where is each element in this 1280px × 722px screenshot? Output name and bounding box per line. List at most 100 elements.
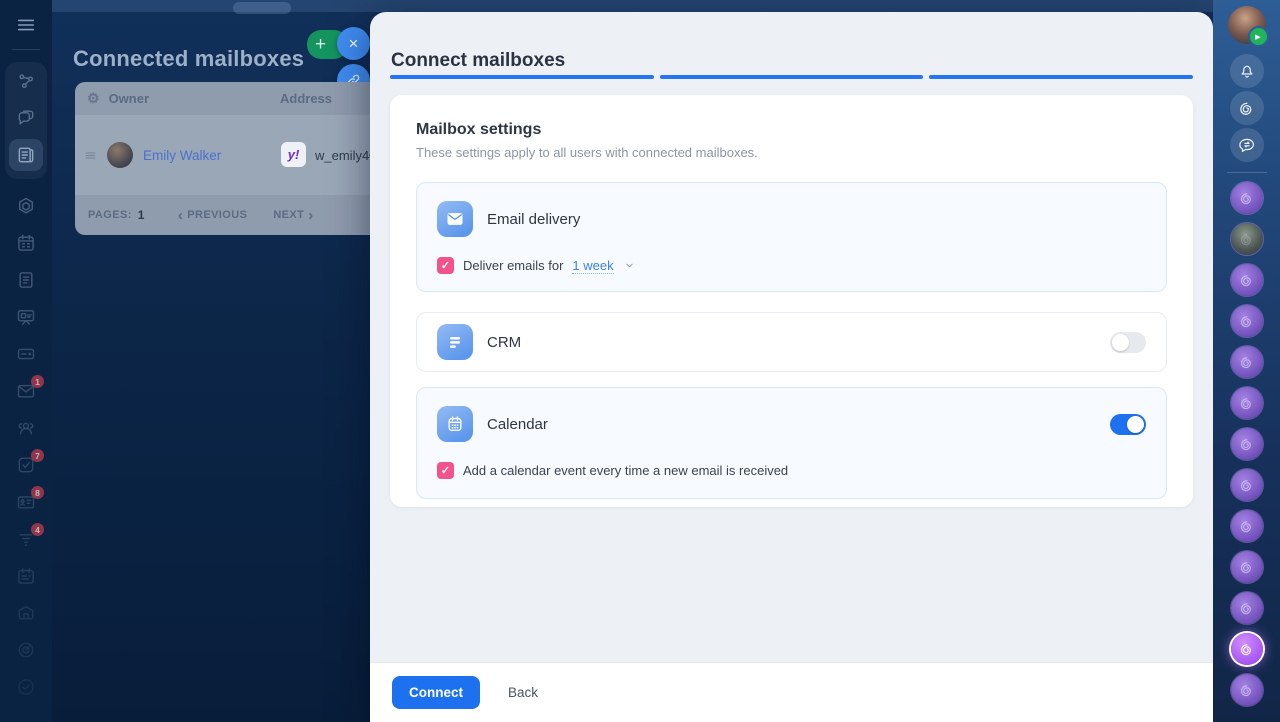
page-number: 1	[137, 208, 145, 222]
calendar-event-label: Add a calendar event every time a new em…	[463, 463, 789, 478]
sidebar-item-feed-selected[interactable]	[9, 139, 43, 171]
sidebar-item-documents[interactable]	[16, 270, 36, 290]
workspace-avatar[interactable]	[1230, 182, 1263, 214]
workspace-avatar[interactable]	[1230, 305, 1263, 337]
sidebar-item-id-cards[interactable]: 8	[16, 486, 44, 512]
sidebar-item-mail[interactable]: 1	[16, 375, 44, 401]
workspace-avatar[interactable]	[1230, 674, 1263, 706]
sidebar-item-contacts[interactable]	[16, 418, 36, 438]
sidebar-item-inbox-tray[interactable]	[16, 344, 36, 364]
workspace-avatar[interactable]	[1230, 346, 1263, 378]
check-icon: ✓	[440, 260, 451, 272]
notifications-button[interactable]	[1229, 54, 1264, 88]
calendar-toggle[interactable]	[1110, 413, 1146, 435]
toggle-knob	[1112, 333, 1129, 351]
workspace-avatar[interactable]	[1230, 592, 1263, 624]
workspace-avatar[interactable]	[1230, 469, 1263, 501]
column-header-address[interactable]: Address	[280, 91, 332, 106]
sidebar-item-goals[interactable]	[16, 640, 36, 660]
owner-name-link[interactable]: Emily Walker	[143, 148, 221, 163]
sidebar-item-archive[interactable]	[16, 603, 36, 623]
mailboxes-table: ⚙ Owner Address Emily Walker y! w_emily4…	[75, 82, 370, 235]
mail-badge: 1	[31, 375, 44, 388]
email-delivery-card: Email delivery ✓ Deliver emails for 1 we…	[416, 182, 1167, 292]
chevron-left-icon: ‹	[177, 206, 184, 224]
play-status-badge: ▶	[1247, 26, 1269, 47]
spiral-logo-icon	[1238, 99, 1256, 117]
table-row[interactable]: Emily Walker y! w_emily40	[75, 115, 370, 195]
email-delivery-title: Email delivery	[487, 210, 581, 228]
deliver-emails-label: Deliver emails for	[463, 258, 564, 273]
progress-segment-3	[929, 75, 1194, 79]
calendar-event-checkbox[interactable]: ✓	[437, 462, 454, 479]
sidebar-divider	[12, 49, 40, 50]
app-logo-button[interactable]	[1229, 91, 1264, 125]
mailbox-address: w_emily40	[315, 147, 370, 163]
bell-icon	[1238, 62, 1256, 80]
drag-handle-icon[interactable]	[83, 148, 98, 163]
table-pagination: PAGES: 1 ‹ PREVIOUS NEXT ›	[75, 195, 370, 235]
user-avatar[interactable]: ▶	[1227, 6, 1269, 47]
table-header-row: ⚙ Owner Address	[75, 82, 370, 115]
page-title: Connected mailboxes	[73, 45, 305, 71]
filters-badge: 4	[31, 523, 44, 536]
yahoo-provider-icon: y!	[281, 142, 306, 167]
table-settings-gear-icon[interactable]: ⚙	[87, 90, 100, 107]
sidebar-item-hub[interactable]	[16, 196, 36, 216]
settings-heading: Mailbox settings	[416, 121, 542, 138]
workspace-avatar[interactable]	[1230, 387, 1263, 419]
rail-divider	[1226, 172, 1267, 173]
cards-badge: 8	[31, 486, 44, 499]
sidebar-item-approvals[interactable]	[16, 677, 36, 697]
close-icon: ×	[348, 33, 359, 53]
deliver-emails-checkbox[interactable]: ✓	[437, 257, 454, 274]
progress-segment-2	[659, 75, 924, 79]
workspace-avatar[interactable]	[1230, 264, 1263, 296]
hamburger-menu-icon[interactable]	[15, 14, 37, 36]
sidebar-icon-list: 1 7 8 4	[16, 179, 44, 697]
workspace-avatar-active[interactable]	[1230, 633, 1263, 665]
sidebar-item-share[interactable]	[16, 71, 36, 91]
sidebar-item-chats[interactable]	[16, 107, 36, 127]
sidebar-item-schedule[interactable]	[16, 566, 36, 586]
owner-avatar	[107, 142, 133, 168]
conversations-button[interactable]	[1229, 128, 1264, 162]
pages-label: PAGES:	[88, 209, 132, 221]
sidebar-icon-group	[5, 62, 47, 179]
sidebar-item-tasks[interactable]: 7	[16, 449, 44, 475]
chevron-down-icon[interactable]	[624, 260, 635, 271]
previous-page-button[interactable]: ‹ PREVIOUS	[178, 208, 247, 223]
workspace-avatar[interactable]	[1230, 551, 1263, 583]
previous-label: PREVIOUS	[187, 209, 248, 221]
workspace-avatar[interactable]	[1230, 428, 1263, 460]
calendar-app-icon	[437, 406, 473, 442]
progress-segment-1	[390, 75, 654, 79]
sidebar-item-presentation[interactable]	[16, 307, 36, 327]
next-page-button[interactable]: NEXT ›	[273, 208, 313, 223]
back-button[interactable]: Back	[502, 684, 544, 701]
next-label: NEXT	[273, 209, 305, 221]
column-header-owner[interactable]: Owner	[109, 91, 149, 106]
calendar-title: Calendar	[487, 415, 548, 433]
email-app-icon	[437, 201, 473, 237]
close-tour-button[interactable]: ×	[337, 27, 370, 60]
sidebar-item-filters[interactable]: 4	[16, 523, 44, 549]
connect-button[interactable]: Connect	[392, 676, 480, 709]
tasks-badge: 7	[31, 449, 44, 462]
plus-icon: +	[314, 33, 327, 55]
chat-transfer-icon	[1238, 136, 1256, 154]
play-icon: ▶	[1255, 33, 1261, 41]
chevron-right-icon: ›	[308, 206, 314, 224]
workspace-avatar-photo[interactable]	[1230, 223, 1263, 255]
crm-toggle[interactable]	[1110, 331, 1146, 353]
background-tab	[233, 2, 291, 14]
crm-app-icon	[437, 324, 473, 360]
delivery-period-dropdown[interactable]: 1 week	[572, 258, 614, 274]
sidebar-item-calendar[interactable]	[16, 233, 36, 253]
feed-icon	[16, 145, 36, 165]
workspace-avatar[interactable]	[1230, 510, 1263, 542]
toggle-knob	[1127, 415, 1144, 433]
calendar-card: Calendar ✓ Add a calendar event every ti…	[416, 387, 1167, 499]
crm-title: CRM	[487, 333, 522, 351]
window-top-band	[52, 0, 1213, 12]
